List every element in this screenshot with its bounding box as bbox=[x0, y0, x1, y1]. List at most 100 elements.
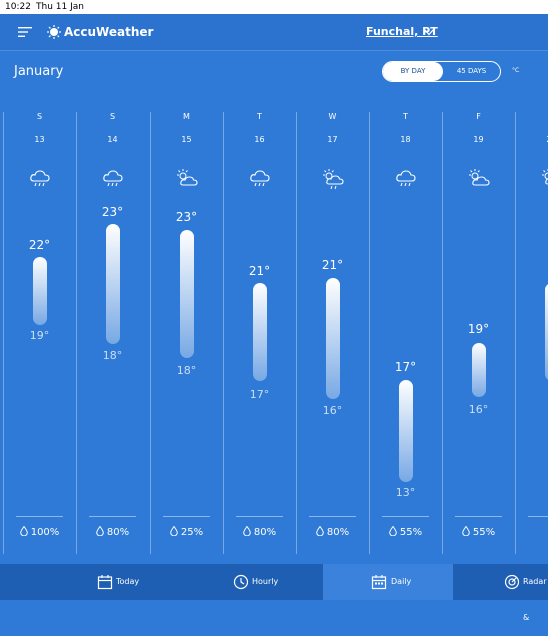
radar-icon bbox=[504, 574, 520, 590]
temperature-range-bar bbox=[399, 380, 413, 482]
high-temp: 21° bbox=[321, 258, 344, 272]
precip-chance: 80% bbox=[223, 526, 296, 540]
clock-icon bbox=[233, 574, 249, 590]
cloud-rain-icon bbox=[103, 170, 123, 187]
high-temp: 21° bbox=[248, 264, 271, 278]
precip-chance: 80% bbox=[296, 526, 369, 540]
raindrop-icon bbox=[170, 526, 178, 536]
low-temp: 16° bbox=[468, 403, 489, 416]
nav-hourly[interactable]: Hourly bbox=[215, 564, 325, 600]
chevron-down-icon[interactable] bbox=[424, 29, 434, 36]
column-divider bbox=[515, 112, 516, 554]
raindrop-icon bbox=[316, 526, 324, 536]
column-divider bbox=[296, 112, 297, 554]
nav-today-label: Today bbox=[116, 577, 140, 586]
partly-sunny-icon bbox=[177, 169, 198, 186]
nav-daily[interactable]: Daily bbox=[323, 564, 453, 600]
precip-chance: 80% bbox=[76, 526, 149, 540]
day-column[interactable]: W 17 21° 16° 80% bbox=[296, 107, 369, 557]
calendar-icon bbox=[97, 575, 113, 590]
precip-divider bbox=[528, 516, 548, 517]
raindrop-icon bbox=[389, 526, 397, 536]
column-divider bbox=[223, 112, 224, 554]
precip-divider bbox=[382, 516, 429, 517]
precip-chance: 100% bbox=[3, 526, 76, 540]
precip-divider bbox=[163, 516, 210, 517]
day-of-week: S bbox=[515, 111, 548, 123]
day-date: 20 bbox=[515, 134, 548, 146]
day-column[interactable]: F 19 19° 16° 55% bbox=[442, 107, 515, 557]
nav-daily-label: Daily bbox=[391, 577, 412, 586]
column-divider bbox=[150, 112, 151, 554]
month-title: January bbox=[14, 64, 64, 79]
high-temp: 22° bbox=[28, 238, 51, 252]
raindrop-icon bbox=[462, 526, 470, 536]
precip-value: 80% bbox=[326, 527, 350, 538]
low-temp: 19° bbox=[29, 329, 50, 342]
high-temp: 19° bbox=[467, 322, 490, 336]
brand-logo[interactable]: AccuWeather bbox=[64, 24, 153, 40]
daily-forecast-list: S 13 22° 19° 100% S 14 23° 18° 80% M 15 … bbox=[0, 107, 548, 557]
day-column-partial[interactable]: S 20 2 1 bbox=[515, 107, 548, 557]
day-of-week: S bbox=[109, 112, 116, 121]
low-temp: 18° bbox=[102, 349, 123, 362]
high-temp: 23° bbox=[101, 205, 124, 219]
temperature-range-bar bbox=[472, 343, 486, 397]
day-date: 19 bbox=[473, 135, 484, 144]
precip-divider bbox=[309, 516, 356, 517]
sun-logo-icon bbox=[47, 25, 61, 39]
temperature-range-bar bbox=[33, 257, 47, 325]
cloud-rain-icon bbox=[396, 170, 416, 187]
day-date: 14 bbox=[107, 135, 118, 144]
precip-divider bbox=[236, 516, 283, 517]
day-of-week: T bbox=[403, 112, 408, 121]
day-date: 15 bbox=[181, 135, 192, 144]
bottom-navigation: Today Hourly Daily Radar & bbox=[0, 564, 548, 622]
column-divider bbox=[76, 112, 77, 554]
status-time: 10:22 bbox=[5, 2, 31, 12]
partly-sunny-icon bbox=[469, 169, 490, 186]
day-date: 18 bbox=[400, 135, 411, 144]
day-column[interactable]: S 13 22° 19° 100% bbox=[3, 107, 76, 557]
precip-chance: 25% bbox=[150, 526, 223, 540]
low-temp: 1 bbox=[515, 388, 548, 402]
precip-chance: 55% bbox=[369, 526, 442, 540]
day-of-week: F bbox=[476, 112, 481, 121]
by-day-tab[interactable]: BY DAY bbox=[383, 62, 443, 81]
status-bar: 10:22 Thu 11 Jan bbox=[0, 0, 548, 14]
precip-value: 25% bbox=[180, 527, 204, 538]
precip-divider bbox=[89, 516, 136, 517]
day-column[interactable]: M 15 23° 18° 25% bbox=[150, 107, 223, 557]
day-column[interactable]: S 14 23° 18° 80% bbox=[76, 107, 149, 557]
nav-hourly-label: Hourly bbox=[252, 577, 279, 586]
day-of-week: W bbox=[328, 112, 337, 121]
temperature-range-bar bbox=[253, 283, 267, 381]
low-temp: 18° bbox=[176, 364, 197, 377]
low-temp: 13° bbox=[395, 486, 416, 499]
calendar-icon bbox=[371, 575, 387, 590]
view-toggle: BY DAY 45 DAYS bbox=[382, 61, 501, 82]
day-column[interactable]: T 18 17° 13° 55% bbox=[369, 107, 442, 557]
nav-radar-label: Radar & bbox=[523, 577, 547, 622]
precip-chance: 55% bbox=[442, 526, 515, 540]
app-header: AccuWeather Funchal, PT bbox=[0, 14, 548, 51]
menu-icon[interactable] bbox=[18, 27, 32, 37]
sun-cloud-rain-icon bbox=[323, 169, 344, 190]
temperature-range-bar bbox=[106, 224, 120, 344]
status-date: Thu 11 Jan bbox=[36, 2, 84, 12]
nav-radar[interactable]: Radar & bbox=[490, 564, 548, 622]
low-temp: 17° bbox=[249, 388, 270, 401]
45-days-tab[interactable]: 45 DAYS bbox=[443, 62, 500, 81]
nav-today[interactable]: Today bbox=[80, 564, 200, 600]
cloud-rain-icon bbox=[250, 170, 270, 187]
day-column[interactable]: T 16 21° 17° 80% bbox=[223, 107, 296, 557]
high-temp: 23° bbox=[175, 210, 198, 224]
precip-value: 80% bbox=[253, 527, 277, 538]
temperature-range-bar bbox=[180, 230, 194, 358]
cloud-rain-icon bbox=[30, 170, 50, 187]
day-of-week: S bbox=[36, 112, 43, 121]
day-date: 17 bbox=[327, 135, 338, 144]
day-date: 13 bbox=[34, 135, 45, 144]
precip-value: 55% bbox=[399, 527, 423, 538]
temperature-unit[interactable]: °C bbox=[512, 66, 519, 76]
